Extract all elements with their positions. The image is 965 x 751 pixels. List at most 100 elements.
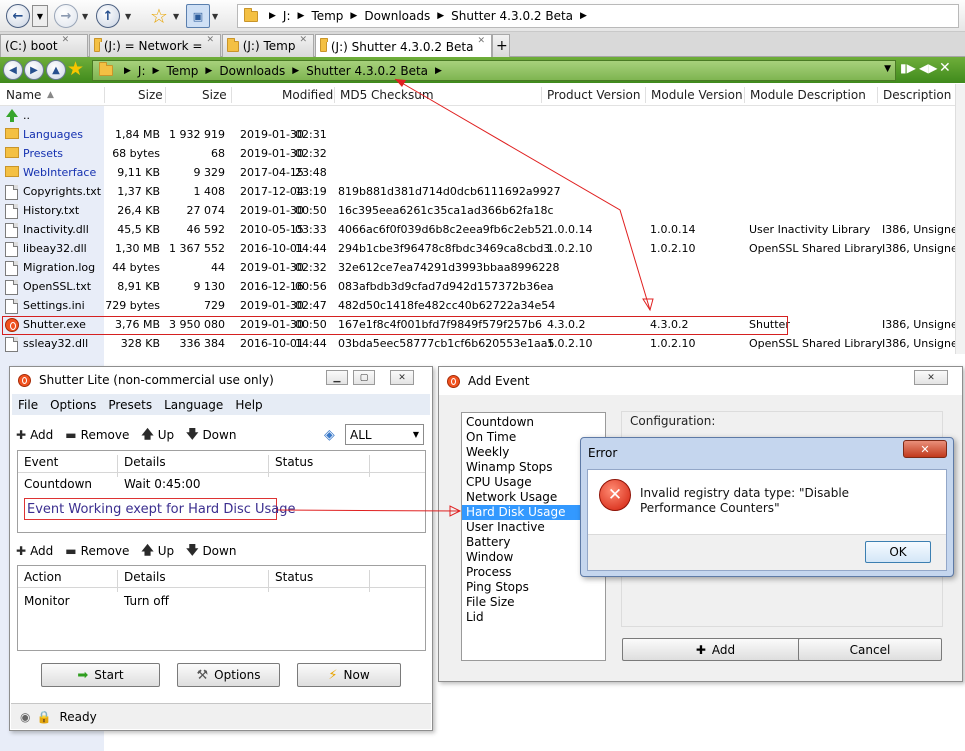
column-header-product-version[interactable]: Product Version bbox=[547, 88, 641, 102]
event-filter-select[interactable]: ALL ▼ bbox=[345, 424, 424, 445]
up-dropdown-icon[interactable]: ▼ bbox=[125, 12, 131, 21]
address-bar[interactable]: ▶ J: ▶ Temp ▶ Downloads ▶ Shutter 4.3.0.… bbox=[237, 4, 959, 28]
column-header-md5[interactable]: MD5 Checksum bbox=[340, 88, 434, 102]
column-divider[interactable] bbox=[645, 87, 646, 103]
column-header-status[interactable]: Status bbox=[275, 455, 313, 469]
close-tab-icon[interactable]: ✕ bbox=[477, 36, 485, 46]
tab-shutter[interactable]: (J:) Shutter 4.3.0.2 Beta ✕ bbox=[315, 34, 492, 58]
nav-panel-icon[interactable]: ▮▶ bbox=[900, 61, 916, 75]
favorites-dropdown-icon[interactable]: ▼ bbox=[173, 12, 179, 21]
close-icon[interactable]: ✕ bbox=[390, 370, 414, 385]
menu-file[interactable]: File bbox=[18, 398, 38, 412]
event-details-cell[interactable]: Wait 0:45:00 bbox=[124, 477, 201, 491]
computer-dropdown-icon[interactable]: ▼ bbox=[212, 12, 218, 21]
move-action-down-button[interactable]: 🡇 Down bbox=[186, 541, 236, 562]
column-divider[interactable] bbox=[369, 455, 370, 477]
nav-address-bar[interactable]: ▶ J: ▶ Temp ▶ Downloads ▶ Shutter 4.3.0.… bbox=[92, 60, 896, 81]
column-header-status[interactable]: Status bbox=[275, 570, 313, 584]
event-type-item[interactable]: File Size bbox=[462, 595, 605, 610]
computer-icon[interactable]: ▣ bbox=[186, 4, 210, 28]
back-icon[interactable]: ← bbox=[6, 4, 30, 28]
up-level-icon[interactable]: ↑ bbox=[96, 4, 120, 28]
breadcrumb-item[interactable]: Shutter 4.3.0.2 Beta bbox=[451, 9, 573, 23]
file-row[interactable]: libeay32.dll 1,30 MB 1 367 552 2016-10-01 14… bbox=[0, 239, 965, 258]
nav-close-icon[interactable]: ✕ bbox=[939, 60, 951, 76]
close-icon[interactable]: ✕ bbox=[903, 440, 947, 458]
file-row[interactable]: OpenSSL.txt 8,91 KB 9 130 2016-12-16 00:56 08… bbox=[0, 277, 956, 296]
column-divider[interactable] bbox=[334, 87, 335, 103]
breadcrumb-item[interactable]: Downloads bbox=[219, 64, 285, 78]
file-row[interactable]: Presets 68 bytes 68 2019-01-30 02:32 bbox=[0, 144, 956, 163]
remove-event-button[interactable]: ▬ Remove bbox=[65, 428, 129, 442]
event-type-item[interactable]: Ping Stops bbox=[462, 580, 605, 595]
action-name-cell[interactable]: Monitor bbox=[24, 594, 70, 608]
action-details-cell[interactable]: Turn off bbox=[124, 594, 169, 608]
column-header-module-description[interactable]: Module Description bbox=[750, 88, 866, 102]
ok-button[interactable]: OK bbox=[865, 541, 931, 563]
new-tab-button[interactable]: + bbox=[492, 34, 510, 57]
favorites-star-icon[interactable]: ☆ bbox=[147, 4, 171, 28]
breadcrumb-item[interactable]: J: bbox=[138, 64, 146, 78]
column-divider[interactable] bbox=[268, 455, 269, 477]
column-divider[interactable] bbox=[877, 87, 878, 103]
close-icon[interactable]: ✕ bbox=[914, 370, 948, 385]
add-action-button[interactable]: ✚ Add bbox=[16, 544, 53, 558]
file-row[interactable]: .. bbox=[0, 106, 956, 125]
column-divider[interactable] bbox=[117, 570, 118, 592]
now-button[interactable]: ⚡ Now bbox=[297, 663, 401, 687]
breadcrumb-item[interactable]: Downloads bbox=[364, 9, 430, 23]
event-name-cell[interactable]: Countdown bbox=[24, 477, 92, 491]
breadcrumb-item[interactable]: Temp bbox=[166, 64, 198, 78]
move-event-down-button[interactable]: 🡇 Down bbox=[186, 425, 236, 446]
column-header-description[interactable]: Description bbox=[883, 88, 951, 102]
nav-back-icon[interactable]: ◀ bbox=[3, 60, 23, 80]
add-event-titlebar[interactable]: Add Event ✕ bbox=[439, 367, 962, 395]
forward-dropdown-icon[interactable]: ▼ bbox=[82, 12, 88, 21]
column-divider[interactable] bbox=[231, 87, 232, 103]
column-divider[interactable] bbox=[268, 570, 269, 592]
column-divider[interactable] bbox=[117, 455, 118, 477]
breadcrumb-item[interactable]: J: bbox=[283, 9, 291, 23]
remove-action-button[interactable]: ▬ Remove bbox=[65, 544, 129, 558]
back-history-dropdown[interactable]: ▼ bbox=[32, 5, 48, 27]
column-header-action[interactable]: Action bbox=[24, 570, 62, 584]
menu-help[interactable]: Help bbox=[235, 398, 262, 412]
column-divider[interactable] bbox=[165, 87, 166, 103]
column-divider[interactable] bbox=[104, 87, 105, 103]
menu-language[interactable]: Language bbox=[164, 398, 223, 412]
column-header-modified[interactable]: Modified bbox=[282, 88, 333, 102]
add-button[interactable]: ✚ Add bbox=[622, 638, 809, 661]
file-row[interactable]: History.txt 26,4 KB 27 074 2019-01-30 00:50 1… bbox=[0, 201, 956, 220]
options-button[interactable]: ⚒ Options bbox=[177, 663, 280, 687]
address-dropdown-icon[interactable]: ▼ bbox=[884, 64, 891, 74]
file-row[interactable]: Inactivity.dll 45,5 KB 46 592 2010-05-15 03:… bbox=[0, 220, 965, 239]
column-header-details[interactable]: Details bbox=[124, 570, 166, 584]
nav-resize-icon[interactable]: ◀▶ bbox=[919, 61, 937, 75]
menu-presets[interactable]: Presets bbox=[108, 398, 152, 412]
menu-options[interactable]: Options bbox=[50, 398, 96, 412]
maximize-icon[interactable]: ▢ bbox=[353, 370, 375, 385]
file-row[interactable]: WebInterface 9,11 KB 9 329 2017-04-15 23:48 bbox=[0, 163, 956, 182]
column-header-size-bytes[interactable]: Size bbox=[202, 88, 227, 102]
close-tab-icon[interactable]: ✕ bbox=[62, 35, 70, 45]
nav-favorites-star-icon[interactable]: ★ bbox=[67, 58, 84, 80]
column-divider[interactable] bbox=[541, 87, 542, 103]
forward-icon[interactable]: → bbox=[54, 4, 78, 28]
column-header-module-version[interactable]: Module Version bbox=[651, 88, 743, 102]
event-type-item[interactable]: Countdown bbox=[462, 415, 605, 430]
file-row[interactable]: Migration.log 44 bytes 44 2019-01-30 02:32 32… bbox=[0, 258, 956, 277]
close-tab-icon[interactable]: ✕ bbox=[206, 35, 214, 45]
file-row[interactable]: ssleay32.dll 328 KB 336 384 2016-10-01 14:44… bbox=[0, 334, 965, 353]
nav-forward-icon[interactable]: ▶ bbox=[24, 60, 44, 80]
column-divider[interactable] bbox=[744, 87, 745, 103]
file-row[interactable]: Languages 1,84 MB 1 932 919 2019-01-30 02:31 bbox=[0, 125, 956, 144]
close-tab-icon[interactable]: ✕ bbox=[299, 35, 307, 45]
vertical-scrollbar[interactable] bbox=[955, 84, 965, 354]
file-row[interactable]: Settings.ini 729 bytes 729 2019-01-30 02:47 4… bbox=[0, 296, 956, 315]
move-action-up-button[interactable]: 🡅 Up bbox=[141, 541, 174, 562]
column-header-details[interactable]: Details bbox=[124, 455, 166, 469]
tab-c-boot[interactable]: (C:) boot ✕ bbox=[0, 34, 88, 57]
tab-network[interactable]: (J:) = Network = ✕ bbox=[89, 34, 221, 57]
add-event-button[interactable]: ✚ Add bbox=[16, 428, 53, 442]
shutter-titlebar[interactable]: Shutter Lite (non-commercial use only) ▁… bbox=[10, 367, 432, 393]
